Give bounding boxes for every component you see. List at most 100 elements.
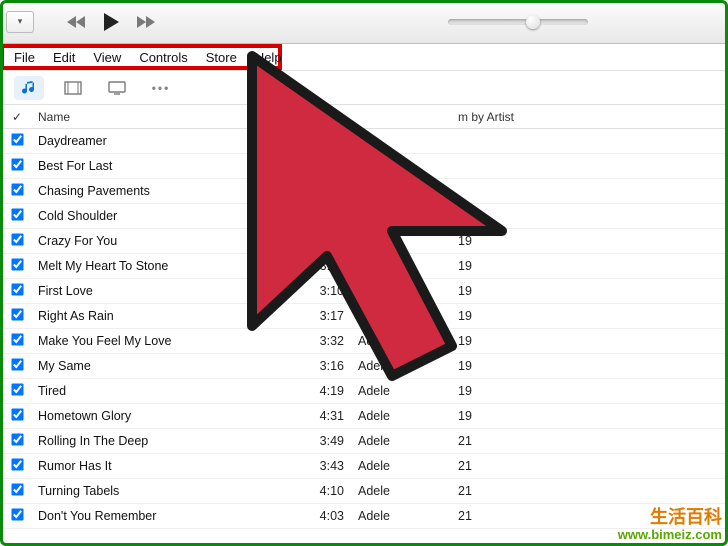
track-album: 19 bbox=[458, 284, 728, 298]
track-name: Chasing Pavements bbox=[34, 184, 304, 198]
table-row[interactable]: Hometown Glory4:31Adele19 bbox=[0, 404, 728, 429]
track-artist: Adele bbox=[358, 209, 458, 223]
previous-button[interactable] bbox=[62, 10, 92, 34]
table-row[interactable]: Turning Tabels4:10Adele21 bbox=[0, 479, 728, 504]
track-checkbox[interactable] bbox=[11, 158, 23, 170]
menu-file[interactable]: File bbox=[14, 50, 35, 65]
track-name: First Love bbox=[34, 284, 304, 298]
volume-thumb[interactable] bbox=[526, 15, 540, 29]
row-check[interactable] bbox=[0, 383, 34, 399]
row-check[interactable] bbox=[0, 208, 34, 224]
more-tab[interactable]: ••• bbox=[146, 76, 176, 100]
row-check[interactable] bbox=[0, 158, 34, 174]
track-checkbox[interactable] bbox=[11, 358, 23, 370]
table-row[interactable]: Daydreamer3 bbox=[0, 129, 728, 154]
header-album[interactable]: m by Artist bbox=[458, 110, 728, 124]
track-checkbox[interactable] bbox=[11, 208, 23, 220]
row-check[interactable] bbox=[0, 358, 34, 374]
track-checkbox[interactable] bbox=[11, 233, 23, 245]
track-name: Make You Feel My Love bbox=[34, 334, 304, 348]
track-checkbox[interactable] bbox=[11, 483, 23, 495]
track-album: 21 bbox=[458, 434, 728, 448]
track-time: 3:24 bbox=[304, 259, 358, 273]
track-list: Daydreamer3Best For Last4:19Chasing Pave… bbox=[0, 129, 728, 529]
menu-store[interactable]: Store bbox=[206, 50, 237, 65]
table-row[interactable]: First Love3:10Adele19 bbox=[0, 279, 728, 304]
row-check[interactable] bbox=[0, 433, 34, 449]
table-row[interactable]: Chasing Pavements3:31Ad bbox=[0, 179, 728, 204]
table-row[interactable]: Tired4:19Adele19 bbox=[0, 379, 728, 404]
row-check[interactable] bbox=[0, 183, 34, 199]
track-checkbox[interactable] bbox=[11, 183, 23, 195]
track-checkbox[interactable] bbox=[11, 133, 23, 145]
table-row[interactable]: Crazy For You3:28Adele19 bbox=[0, 229, 728, 254]
track-artist: Adele bbox=[358, 434, 458, 448]
menu-help[interactable]: Help bbox=[255, 50, 282, 65]
track-album: 21 bbox=[458, 459, 728, 473]
playback-controls bbox=[62, 10, 160, 34]
header-name[interactable]: Name bbox=[34, 110, 304, 124]
track-artist: Adele bbox=[358, 459, 458, 473]
track-album: 19 bbox=[458, 209, 728, 223]
header-check[interactable]: ✓ bbox=[0, 110, 34, 124]
track-artist: Adele bbox=[358, 359, 458, 373]
row-check[interactable] bbox=[0, 133, 34, 149]
track-time: 3:28 bbox=[304, 234, 358, 248]
track-artist: Adele bbox=[358, 509, 458, 523]
row-check[interactable] bbox=[0, 283, 34, 299]
track-name: My Same bbox=[34, 359, 304, 373]
row-check[interactable] bbox=[0, 308, 34, 324]
track-name: Best For Last bbox=[34, 159, 304, 173]
watermark-text: 生活百科 bbox=[650, 507, 722, 527]
track-time: 3 bbox=[304, 134, 358, 148]
menu-controls[interactable]: Controls bbox=[139, 50, 187, 65]
track-artist: Adele bbox=[358, 234, 458, 248]
track-time: 3:10 bbox=[304, 284, 358, 298]
table-row[interactable]: Rumor Has It3:43Adele21 bbox=[0, 454, 728, 479]
row-check[interactable] bbox=[0, 508, 34, 524]
row-check[interactable] bbox=[0, 333, 34, 349]
row-check[interactable] bbox=[0, 258, 34, 274]
track-checkbox[interactable] bbox=[11, 433, 23, 445]
row-check[interactable] bbox=[0, 408, 34, 424]
track-checkbox[interactable] bbox=[11, 333, 23, 345]
table-row[interactable]: Best For Last4:19 bbox=[0, 154, 728, 179]
track-name: Right As Rain bbox=[34, 309, 304, 323]
movies-tab[interactable] bbox=[58, 76, 88, 100]
track-time: 4:19 bbox=[304, 384, 358, 398]
play-button[interactable] bbox=[96, 10, 126, 34]
table-row[interactable]: Cold Shoulder3:12Adele19 bbox=[0, 204, 728, 229]
track-checkbox[interactable] bbox=[11, 458, 23, 470]
track-checkbox[interactable] bbox=[11, 258, 23, 270]
track-checkbox[interactable] bbox=[11, 383, 23, 395]
track-checkbox[interactable] bbox=[11, 308, 23, 320]
menu-view[interactable]: View bbox=[93, 50, 121, 65]
library-dropdown[interactable]: ▾ bbox=[6, 11, 34, 33]
next-button[interactable] bbox=[130, 10, 160, 34]
track-artist: Adele bbox=[358, 484, 458, 498]
track-album: 21 bbox=[458, 484, 728, 498]
track-time: 3:43 bbox=[304, 459, 358, 473]
track-artist: Adele bbox=[358, 284, 458, 298]
table-row[interactable]: My Same3:16Adele19 bbox=[0, 354, 728, 379]
menu-edit[interactable]: Edit bbox=[53, 50, 75, 65]
table-row[interactable]: Rolling In The Deep3:49Adele21 bbox=[0, 429, 728, 454]
table-row[interactable]: Right As Rain3:17Adele19 bbox=[0, 304, 728, 329]
row-check[interactable] bbox=[0, 483, 34, 499]
table-row[interactable]: Make You Feel My Love3:32Adele19 bbox=[0, 329, 728, 354]
volume-slider[interactable] bbox=[448, 19, 588, 25]
track-time: 4:10 bbox=[304, 484, 358, 498]
table-row[interactable]: Melt My Heart To Stone3:24Adele19 bbox=[0, 254, 728, 279]
row-check[interactable] bbox=[0, 458, 34, 474]
music-tab[interactable] bbox=[14, 76, 44, 100]
track-time: 3:32 bbox=[304, 334, 358, 348]
tv-tab[interactable] bbox=[102, 76, 132, 100]
row-check[interactable] bbox=[0, 233, 34, 249]
track-checkbox[interactable] bbox=[11, 508, 23, 520]
track-checkbox[interactable] bbox=[11, 283, 23, 295]
track-time: 4:19 bbox=[304, 159, 358, 173]
track-time: 3:12 bbox=[304, 209, 358, 223]
track-artist: Adele bbox=[358, 334, 458, 348]
track-checkbox[interactable] bbox=[11, 408, 23, 420]
track-name: Rumor Has It bbox=[34, 459, 304, 473]
